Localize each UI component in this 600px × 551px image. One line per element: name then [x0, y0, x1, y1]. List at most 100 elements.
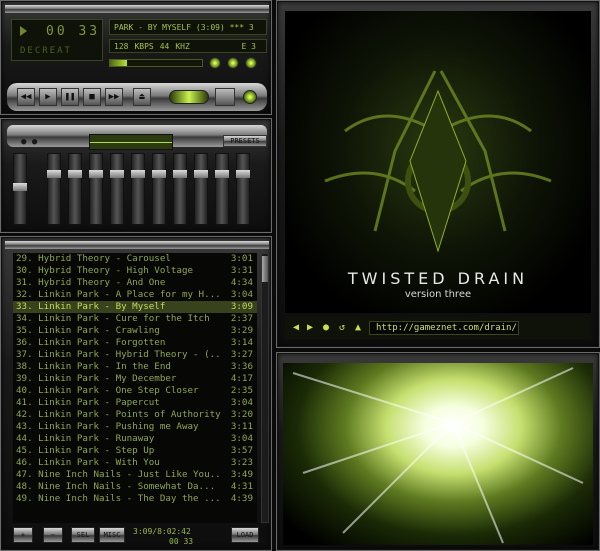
playlist-row[interactable]: 44. Linkin Park - Runaway 3:04 — [13, 433, 257, 445]
eq-band-slider[interactable] — [215, 153, 229, 225]
playlist-list[interactable]: 29. Hybrid Theory - Carousel 3:01 30. Hybr… — [13, 253, 257, 523]
slider-grip[interactable] — [89, 170, 103, 178]
eq-onoff-buttons[interactable]: ● ● — [21, 137, 37, 147]
eq-graph — [89, 134, 173, 150]
track-duration: 3:20 — [230, 409, 253, 420]
eq-band-slider[interactable] — [47, 153, 61, 225]
playlist-row[interactable]: 36. Linkin Park - Forgotten 3:14 — [13, 337, 257, 349]
eq-band-slider[interactable] — [89, 153, 103, 225]
slider-grip[interactable] — [47, 170, 61, 178]
power-knob[interactable] — [245, 57, 257, 69]
repeat-knob[interactable] — [243, 90, 257, 104]
playlist-row[interactable]: 45. Linkin Park - Step Up 3:57 — [13, 445, 257, 457]
playlist-row[interactable]: 47. Nine Inch Nails - Just Like You... 3:… — [13, 469, 257, 481]
playlist-row[interactable]: 43. Linkin Park - Pushing me Away 3:11 — [13, 421, 257, 433]
volume-knob[interactable] — [227, 57, 239, 69]
presets-button[interactable]: PRESETS — [223, 135, 267, 147]
track-duration: 3:04 — [230, 289, 253, 300]
preamp-slider[interactable] — [13, 153, 27, 225]
mini-visualizer-label: DECREAT — [20, 46, 72, 56]
eq-band-slider[interactable] — [173, 153, 187, 225]
track-title: 31. Hybrid Theory - And One — [16, 277, 166, 288]
vis-streaks — [292, 367, 584, 544]
home-icon[interactable]: ▲ — [355, 322, 361, 333]
play-button[interactable]: ▶ — [39, 88, 57, 106]
stop-icon[interactable]: ● — [323, 322, 329, 333]
add-button[interactable]: + — [13, 527, 33, 543]
pause-button[interactable]: ❚❚ — [61, 88, 79, 106]
art-subtitle: version three — [404, 289, 472, 300]
seek-bar[interactable] — [109, 59, 203, 67]
eq-band-slider[interactable] — [152, 153, 166, 225]
eq-band-slider[interactable] — [194, 153, 208, 225]
prev-button[interactable]: ◀◀ — [17, 88, 35, 106]
visualization-canvas — [283, 363, 593, 545]
slider-grip[interactable] — [110, 170, 124, 178]
balance-knob[interactable] — [209, 57, 221, 69]
playlist-row[interactable]: 30. Hybrid Theory - High Voltage 3:31 — [13, 265, 257, 277]
playlist-row[interactable]: 33. Linkin Park - By Myself 3:09 — [13, 301, 257, 313]
playlist-row[interactable]: 31. Hybrid Theory - And One 4:34 — [13, 277, 257, 289]
track-title: 45. Linkin Park - Step Up — [16, 445, 155, 456]
slider-grip[interactable] — [152, 170, 166, 178]
back-icon[interactable]: ◀ — [293, 322, 299, 333]
slider-grip[interactable] — [13, 183, 27, 191]
slider-grip[interactable] — [173, 170, 187, 178]
scroll-thumb[interactable] — [262, 256, 268, 282]
main-window: 00 33 DECREAT PARK - BY MYSELF (3:09) **… — [0, 0, 272, 115]
eject-button[interactable]: ⏏ — [133, 88, 151, 106]
next-button[interactable]: ▶▶ — [105, 88, 123, 106]
eq-band-slider[interactable] — [110, 153, 124, 225]
bitrate-display: 128 KBPS 44 KHZ E 3 — [109, 39, 267, 53]
playlist-titlebar[interactable] — [5, 241, 269, 249]
slider-grip[interactable] — [236, 170, 250, 178]
playlist-row[interactable]: 48. Nine Inch Nails - Somewhat Da... 4:31 — [13, 481, 257, 493]
track-duration: 3:04 — [230, 433, 253, 444]
playlist-row[interactable]: 41. Linkin Park - Papercut 3:04 — [13, 397, 257, 409]
playlist-row[interactable]: 37. Linkin Park - Hybrid Theory - (... 3:… — [13, 349, 257, 361]
playlist-controls: + − SEL MISC 3:09/8:02:42 00 33 LOAD — [9, 525, 267, 547]
playlist-row[interactable]: 32. Linkin Park - A Place for my H... 3:0… — [13, 289, 257, 301]
slider-grip[interactable] — [194, 170, 208, 178]
select-button[interactable]: SEL — [71, 527, 95, 543]
stop-button[interactable]: ■ — [83, 88, 101, 106]
mode-indicator: E 3 — [241, 42, 256, 51]
playlist-scrollbar[interactable] — [261, 253, 269, 523]
track-title-display[interactable]: PARK - BY MYSELF (3:09) *** 3 — [109, 19, 267, 35]
track-title: 48. Nine Inch Nails - Somewhat Da... — [16, 481, 216, 492]
load-button[interactable]: LOAD — [231, 527, 259, 543]
misc-button[interactable]: MISC — [99, 527, 125, 543]
main-titlebar[interactable] — [5, 5, 269, 13]
track-duration: 3:09 — [230, 301, 253, 312]
playlist-row[interactable]: 29. Hybrid Theory - Carousel 3:01 — [13, 253, 257, 265]
time-display[interactable]: 00 33 DECREAT — [11, 19, 103, 61]
playlist-row[interactable]: 42. Linkin Park - Points of Authority 3:2… — [13, 409, 257, 421]
track-title: 40. Linkin Park - One Step Closer — [16, 385, 199, 396]
playlist-row[interactable]: 40. Linkin Park - One Step Closer 2:35 — [13, 385, 257, 397]
remove-button[interactable]: − — [43, 527, 63, 543]
playlist-row[interactable]: 49. Nine Inch Nails - The Day the ... 4:3… — [13, 493, 257, 505]
forward-icon[interactable]: ▶ — [307, 322, 313, 333]
slider-grip[interactable] — [68, 170, 82, 178]
slider-grip[interactable] — [131, 170, 145, 178]
eq-band-slider[interactable] — [131, 153, 145, 225]
eq-band-slider[interactable] — [68, 153, 82, 225]
refresh-icon[interactable]: ↺ — [339, 322, 345, 333]
transport-bar: ◀◀ ▶ ❚❚ ■ ▶▶ ⏏ — [7, 83, 267, 111]
playlist-row[interactable]: 39. Linkin Park - My December 4:17 — [13, 373, 257, 385]
elapsed-time: 00 33 — [46, 24, 101, 39]
shuffle-button[interactable] — [215, 88, 235, 106]
playlist-row[interactable]: 34. Linkin Park - Cure for the Itch 2:37 — [13, 313, 257, 325]
eq-band-slider[interactable] — [236, 153, 250, 225]
equalizer-titlebar[interactable]: ● ● PRESETS — [7, 125, 267, 150]
slider-grip[interactable] — [215, 170, 229, 178]
track-title: 37. Linkin Park - Hybrid Theory - (... — [16, 349, 222, 360]
playlist-row[interactable]: 38. Linkin Park - In the End 3:36 — [13, 361, 257, 373]
volume-slider[interactable] — [169, 90, 209, 104]
url-field[interactable]: http://gameznet.com/drain/ — [369, 321, 519, 335]
playlist-row[interactable]: 46. Linkin Park - With You 3:23 — [13, 457, 257, 469]
track-title: 35. Linkin Park - Crawling — [16, 325, 160, 336]
playlist-row[interactable]: 35. Linkin Park - Crawling 3:29 — [13, 325, 257, 337]
track-duration: 3:14 — [230, 337, 253, 348]
track-duration: 4:34 — [230, 277, 253, 288]
